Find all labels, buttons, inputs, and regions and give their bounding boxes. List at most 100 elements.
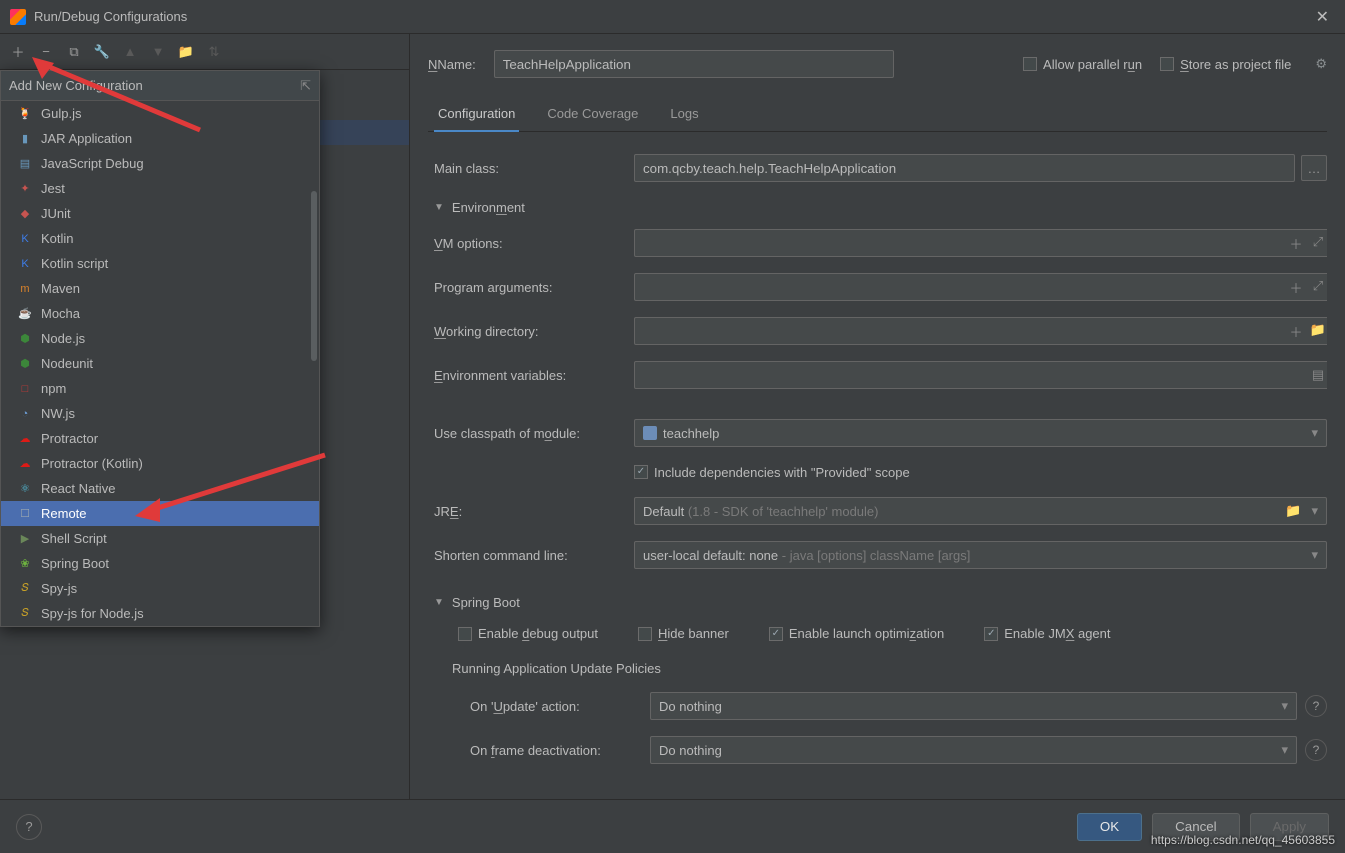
- springboot-section[interactable]: ▼Spring Boot: [434, 595, 1327, 610]
- popup-item-label: JUnit: [41, 206, 71, 221]
- popup-item-spy-js-for-node-js[interactable]: 𝑆Spy-js for Node.js: [1, 601, 319, 626]
- popup-item-label: Jest: [41, 181, 65, 196]
- popup-item-junit[interactable]: ◆ JUnit: [1, 201, 319, 226]
- on-frame-label: On frame deactivation:: [470, 743, 650, 758]
- include-provided-checkbox[interactable]: Include dependencies with "Provided" sco…: [634, 465, 910, 480]
- tab-configuration[interactable]: Configuration: [434, 98, 519, 131]
- insert-icon[interactable]: ＋: [1287, 322, 1305, 341]
- shorten-label: Shorten command line:: [434, 548, 634, 563]
- name-label: NName:: [428, 57, 476, 72]
- popup-item-label: Protractor (Kotlin): [41, 456, 143, 471]
- popup-item-label: Protractor: [41, 431, 98, 446]
- config-type-icon: K: [17, 256, 33, 272]
- jre-label: JRE:: [434, 504, 634, 519]
- add-button[interactable]: ＋: [6, 40, 30, 64]
- popup-item-spy-js[interactable]: 𝑆Spy-js: [1, 576, 319, 601]
- launch-opt-checkbox[interactable]: Enable launch optimization: [769, 626, 944, 641]
- working-dir-input[interactable]: [634, 317, 1327, 345]
- env-vars-input[interactable]: [634, 361, 1327, 389]
- config-type-icon: ◔: [17, 406, 33, 422]
- hide-banner-checkbox[interactable]: Hide banner: [638, 626, 729, 641]
- popup-item-kotlin[interactable]: KKotlin: [1, 226, 319, 251]
- allow-parallel-checkbox[interactable]: Allow parallel run: [1023, 57, 1142, 72]
- main-class-input[interactable]: [634, 154, 1295, 182]
- chevron-down-icon: ▾: [1311, 547, 1318, 563]
- popup-item-jest[interactable]: ✦Jest: [1, 176, 319, 201]
- on-frame-dropdown[interactable]: Do nothing▾: [650, 736, 1297, 764]
- ok-button[interactable]: OK: [1077, 813, 1142, 841]
- popup-item-label: Remote: [41, 506, 87, 521]
- config-type-icon: 𝑆: [17, 606, 33, 622]
- expand-icon[interactable]: ⤢: [1309, 278, 1327, 297]
- annotation-arrow-remote: [130, 450, 330, 530]
- pin-icon[interactable]: ⇱: [300, 78, 311, 94]
- on-update-dropdown[interactable]: Do nothing▾: [650, 692, 1297, 720]
- popup-item-protractor[interactable]: ☁ Protractor: [1, 426, 319, 451]
- env-vars-label: Environment variables:: [434, 368, 634, 383]
- chevron-down-icon: ▾: [1281, 742, 1288, 758]
- program-args-label: Program arguments:: [434, 280, 634, 295]
- config-type-icon: ◆: [17, 206, 33, 222]
- help-icon[interactable]: ?: [1305, 695, 1327, 717]
- vm-options-label: VM options:: [434, 236, 634, 251]
- environment-section[interactable]: ▼Environment: [434, 200, 1327, 215]
- titlebar: Run/Debug Configurations ✕: [0, 0, 1345, 34]
- policies-label: Running Application Update Policies: [452, 661, 1327, 676]
- expand-icon[interactable]: ⤢: [1309, 234, 1327, 253]
- popup-item-npm[interactable]: □npm: [1, 376, 319, 401]
- popup-item-javascript-debug[interactable]: ▤ JavaScript Debug: [1, 151, 319, 176]
- config-type-icon: ⚛: [17, 481, 33, 497]
- popup-item-mocha[interactable]: ☕Mocha: [1, 301, 319, 326]
- popup-scrollbar[interactable]: [311, 191, 317, 361]
- main-class-label: Main class:: [434, 161, 634, 176]
- gear-icon[interactable]: ⚙: [1315, 56, 1327, 72]
- tab-coverage[interactable]: Code Coverage: [543, 98, 642, 131]
- close-icon[interactable]: ✕: [1310, 5, 1335, 29]
- popup-item-nw-js[interactable]: ◔NW.js: [1, 401, 319, 426]
- help-icon[interactable]: ?: [1305, 739, 1327, 761]
- popup-item-label: Mocha: [41, 306, 80, 321]
- folder-icon[interactable]: 📁: [1285, 503, 1301, 519]
- enable-debug-checkbox[interactable]: Enable debug output: [458, 626, 598, 641]
- watermark: https://blog.csdn.net/qq_45603855: [1151, 833, 1335, 847]
- popup-item-label: Spy-js: [41, 581, 77, 596]
- popup-item-label: JavaScript Debug: [41, 156, 144, 171]
- jmx-checkbox[interactable]: Enable JMX agent: [984, 626, 1110, 641]
- config-type-icon: ▤: [17, 156, 33, 172]
- popup-item-spring-boot[interactable]: ❀ Spring Boot: [1, 551, 319, 576]
- config-type-icon: ❀: [17, 556, 33, 572]
- jre-dropdown[interactable]: Default (1.8 - SDK of 'teachhelp' module…: [634, 497, 1327, 525]
- classpath-dropdown[interactable]: teachhelp ▾: [634, 419, 1327, 447]
- insert-icon[interactable]: ＋: [1287, 234, 1305, 253]
- insert-icon[interactable]: ＋: [1287, 278, 1305, 297]
- store-project-checkbox[interactable]: Store as project file: [1160, 57, 1291, 72]
- vm-options-input[interactable]: [634, 229, 1327, 257]
- config-type-icon: K: [17, 231, 33, 247]
- shorten-prefix: user-local default: none: [643, 548, 782, 563]
- config-type-icon: ⬢: [17, 356, 33, 372]
- popup-item-nodeunit[interactable]: ⬢ Nodeunit: [1, 351, 319, 376]
- popup-item-kotlin-script[interactable]: K Kotlin script: [1, 251, 319, 276]
- popup-item-node-js[interactable]: ⬢Node.js: [1, 326, 319, 351]
- config-type-icon: ☁: [17, 431, 33, 447]
- list-icon[interactable]: ▤: [1309, 367, 1327, 383]
- folder-icon[interactable]: 📁: [1309, 322, 1327, 341]
- config-tree[interactable]: Add New Configuration ⇱ 🍹Gulp.js▮JAR App…: [0, 70, 409, 799]
- browse-class-button[interactable]: …: [1301, 155, 1327, 181]
- module-icon: [643, 426, 657, 440]
- program-args-input[interactable]: [634, 273, 1327, 301]
- shorten-dropdown[interactable]: user-local default: none - java [options…: [634, 541, 1327, 569]
- chevron-down-icon: ▾: [1281, 698, 1288, 714]
- popup-item-label: Nodeunit: [41, 356, 93, 371]
- help-button[interactable]: ?: [16, 814, 42, 840]
- tab-logs[interactable]: Logs: [666, 98, 702, 131]
- config-type-icon: ☁: [17, 456, 33, 472]
- popup-item-maven[interactable]: mMaven: [1, 276, 319, 301]
- popup-list[interactable]: 🍹Gulp.js▮JAR Application▤JavaScript Debu…: [1, 101, 319, 626]
- annotation-arrow-add: [30, 55, 210, 135]
- popup-item-label: React Native: [41, 481, 115, 496]
- popup-item-label: Kotlin script: [41, 256, 108, 271]
- popup-item-label: Node.js: [41, 331, 85, 346]
- name-input[interactable]: [494, 50, 894, 78]
- popup-item-label: Spring Boot: [41, 556, 109, 571]
